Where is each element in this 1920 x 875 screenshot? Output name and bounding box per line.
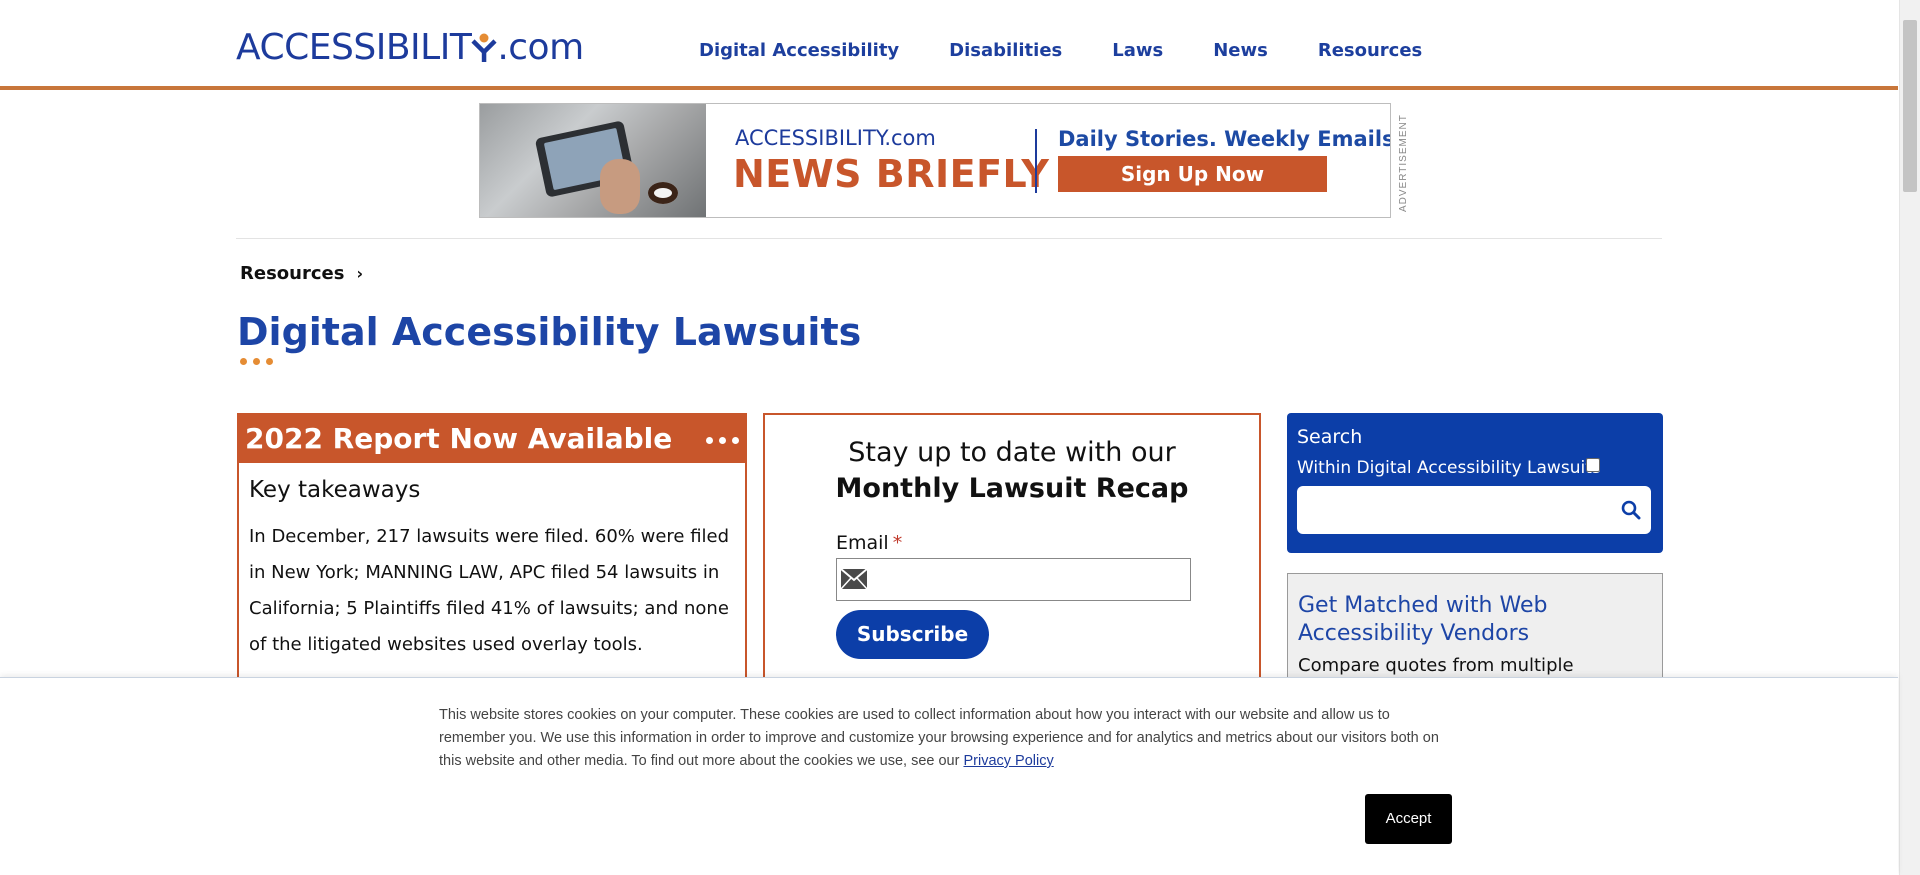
ad-tagline: Daily Stories. Weekly Emails.	[1058, 127, 1391, 151]
email-input[interactable]	[873, 559, 1187, 600]
signup-heading-bold: Monthly Lawsuit Recap	[835, 473, 1189, 504]
news-briefly-ad[interactable]: ACCESSIBILITY.com NEWS BRIEFLY Daily Sto…	[479, 103, 1391, 218]
nav-disabilities[interactable]: Disabilities	[949, 40, 1062, 61]
title-dots-decoration	[240, 358, 273, 365]
signup-heading: Stay up to date with our	[848, 437, 1176, 468]
chevron-right-icon: ›	[356, 264, 364, 283]
ad-headline: NEWS BRIEFLY	[733, 152, 1050, 196]
search-panel: Search Within Digital Accessibility Laws…	[1287, 413, 1663, 553]
search-field[interactable]	[1297, 486, 1651, 534]
newsletter-signup: Stay up to date with our Monthly Lawsuit…	[763, 413, 1261, 713]
vendors-text: Compare quotes from multiple	[1298, 655, 1574, 676]
breadcrumb: Resources ›	[240, 263, 363, 284]
search-within-label: Within Digital Accessibility Lawsuits	[1297, 458, 1601, 478]
search-icon[interactable]	[1621, 500, 1641, 520]
nav-digital-accessibility[interactable]: Digital Accessibility	[699, 40, 899, 61]
required-asterisk: *	[892, 532, 903, 554]
main-nav: Digital Accessibility Disabilities Laws …	[699, 40, 1472, 61]
divider	[236, 238, 1662, 239]
more-options-icon[interactable]	[706, 425, 739, 444]
ad-signup-button[interactable]: Sign Up Now	[1058, 156, 1327, 192]
mail-icon	[841, 569, 867, 589]
ad-photo	[480, 104, 706, 217]
cookie-banner: This website stores cookies on your comp…	[0, 677, 1898, 875]
privacy-policy-link[interactable]: Privacy Policy	[963, 753, 1053, 769]
site-logo[interactable]: ACCESSIBILIT .com	[236, 28, 584, 68]
report-body: In December, 217 lawsuits were filed. 60…	[249, 526, 730, 655]
report-subtitle: Key takeaways	[249, 477, 421, 503]
hand-illustration	[600, 159, 640, 214]
report-card-header: 2022 Report Now Available	[239, 415, 745, 463]
nav-resources[interactable]: Resources	[1318, 40, 1422, 61]
logo-figure-icon	[471, 33, 497, 62]
search-title: Search	[1297, 426, 1363, 448]
ad-brand: ACCESSIBILITY.com	[735, 126, 936, 150]
accept-cookies-button[interactable]: Accept	[1365, 794, 1452, 844]
search-within-checkbox[interactable]	[1586, 458, 1600, 472]
nav-laws[interactable]: Laws	[1112, 40, 1163, 61]
advertisement-label: ADVERTISEMENT	[1398, 114, 1409, 212]
site-header: ACCESSIBILIT .com Digital Accessibility D…	[0, 0, 1898, 90]
cookie-text: This website stores cookies on your comp…	[439, 707, 1439, 769]
page-title: Digital Accessibility Lawsuits	[237, 310, 862, 354]
email-label: Email *	[836, 532, 903, 554]
page-scrollbar[interactable]	[1899, 0, 1920, 875]
subscribe-button[interactable]: Subscribe	[836, 610, 989, 659]
vendors-title-link[interactable]: Get Matched with Web Accessibility Vendo…	[1298, 592, 1618, 648]
ad-divider	[1035, 129, 1037, 193]
email-field[interactable]	[836, 558, 1191, 601]
breadcrumb-resources[interactable]: Resources	[240, 263, 344, 284]
report-card: 2022 Report Now Available Key takeaways …	[237, 413, 747, 713]
scrollbar-thumb[interactable]	[1903, 20, 1917, 192]
coffee-cup-illustration	[648, 182, 678, 204]
report-title: 2022 Report Now Available	[245, 422, 673, 455]
search-input[interactable]	[1307, 486, 1607, 534]
nav-news[interactable]: News	[1213, 40, 1268, 61]
